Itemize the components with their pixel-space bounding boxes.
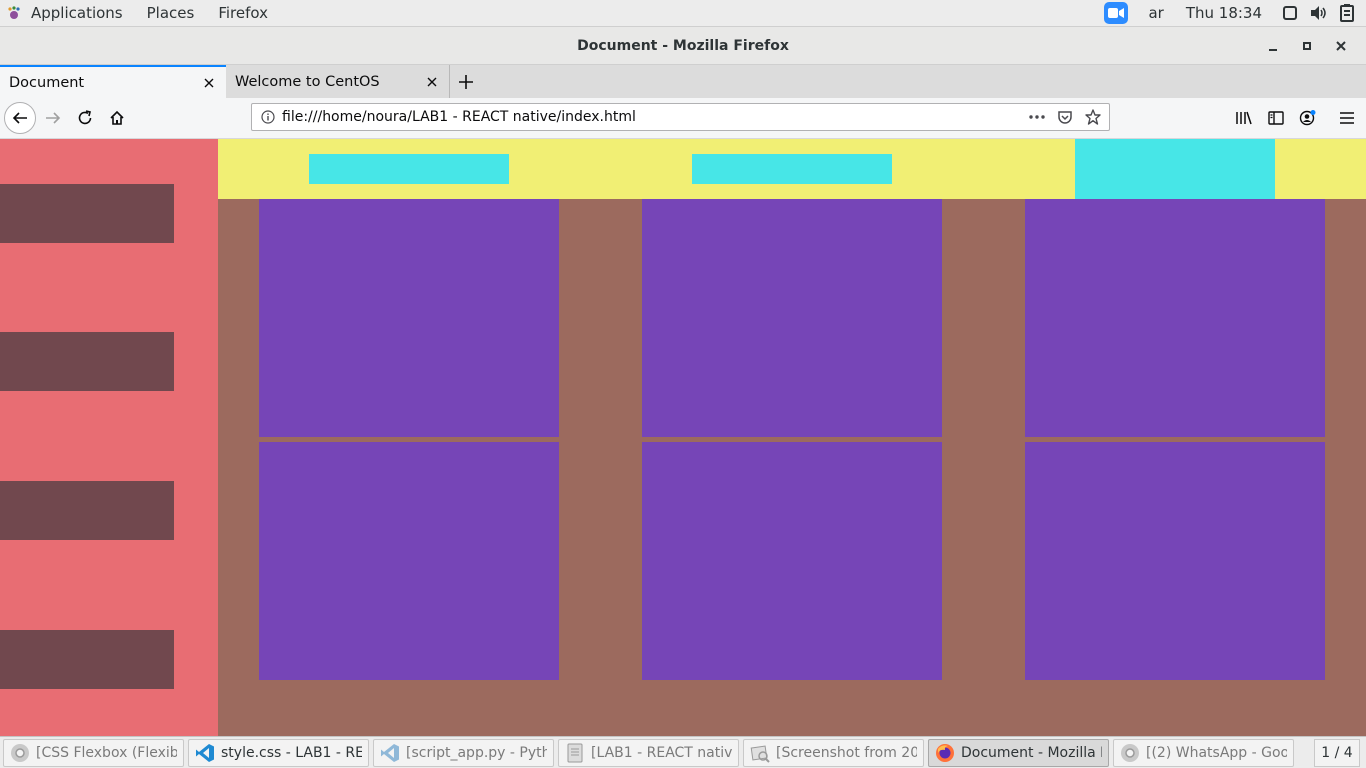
taskbar-item-css-flexbox[interactable]: [CSS Flexbox (Flexible ... (3, 738, 184, 767)
taskbar-item-script-app[interactable]: [script_app.py - Python... (373, 738, 554, 767)
tab-label: Document (9, 75, 85, 91)
back-button[interactable] (4, 102, 36, 134)
taskbar-item-style-css[interactable]: style.css - LAB1 - REA... (188, 738, 369, 767)
sidebar-block (0, 481, 174, 540)
forward-button[interactable] (37, 102, 69, 134)
keyboard-layout-indicator[interactable]: ar (1148, 4, 1163, 22)
grid-cell (1025, 442, 1325, 680)
bookmark-star-icon[interactable] (1079, 104, 1107, 130)
sidebar-toggle-icon[interactable] (1261, 103, 1291, 133)
home-icon (110, 110, 124, 125)
close-tab-icon[interactable] (424, 74, 440, 90)
taskbar-item-screenshot[interactable]: [Screenshot from 202... (743, 738, 924, 767)
tab-document[interactable]: Document (0, 65, 226, 99)
taskbar-item-whatsapp[interactable]: [(2) WhatsApp - Googl... (1113, 738, 1294, 767)
workspace-indicator[interactable]: 1 / 4 (1314, 738, 1360, 767)
window-title: Document - Mozilla Firefox (577, 37, 789, 54)
sidebar-block (0, 332, 174, 391)
forward-arrow-icon (46, 112, 61, 124)
hamburger-menu-icon[interactable] (1332, 103, 1362, 133)
sidebar-block (0, 630, 174, 689)
back-arrow-icon (12, 112, 27, 124)
places-label: Places (146, 4, 195, 22)
chrome-icon (1120, 743, 1140, 763)
strip-block (692, 154, 892, 184)
reload-icon (78, 110, 92, 125)
strip-block (1075, 139, 1275, 199)
pocket-icon[interactable] (1051, 104, 1079, 130)
tab-welcome-centos[interactable]: Welcome to CentOS (226, 65, 450, 99)
page-actions-icon[interactable] (1023, 104, 1051, 130)
new-tab-button[interactable] (450, 65, 482, 99)
window-list-taskbar: [CSS Flexbox (Flexible ... style.css - L… (0, 736, 1366, 768)
grid-cell (1025, 199, 1325, 437)
sidebar-block (0, 184, 174, 243)
firefox-icon (935, 743, 955, 763)
grid-cell (259, 442, 559, 680)
image-viewer-icon (750, 743, 770, 763)
grid-cell (642, 442, 942, 680)
gnome-top-bar: Applications Places Firefox ar Thu 18:34 (0, 0, 1366, 27)
vscode-icon (380, 743, 400, 763)
window-titlebar[interactable]: Document - Mozilla Firefox (0, 27, 1366, 64)
file-manager-icon (565, 743, 585, 763)
places-menu[interactable]: Places (135, 0, 207, 26)
vscode-icon (195, 743, 215, 763)
clock[interactable]: Thu 18:34 (1186, 4, 1262, 22)
firefox-app-menu[interactable]: Firefox (206, 0, 280, 26)
taskbar-item-lab1-folder[interactable]: [LAB1 - REACT native] (558, 738, 739, 767)
grid-cell (642, 199, 942, 437)
close-window-button[interactable] (1324, 31, 1358, 61)
screen-icon[interactable] (1282, 5, 1298, 21)
home-button[interactable] (101, 102, 133, 134)
firefox-app-label: Firefox (218, 4, 268, 22)
navigation-toolbar: file:///home/noura/LAB1 - REACT native/i… (0, 98, 1366, 139)
page-sidebar (0, 139, 218, 736)
gnome-foot-icon (6, 5, 22, 21)
applications-menu[interactable]: Applications (0, 0, 135, 26)
account-icon[interactable] (1293, 103, 1323, 133)
tab-strip: Document Welcome to CentOS (0, 64, 1366, 99)
battery-icon[interactable] (1340, 4, 1354, 22)
chrome-icon (10, 743, 30, 763)
library-icon[interactable] (1229, 103, 1259, 133)
minimize-button[interactable] (1256, 31, 1290, 61)
reload-button[interactable] (69, 102, 101, 134)
taskbar-item-firefox-document[interactable]: Document - Mozilla Fir... (928, 738, 1109, 767)
url-text[interactable]: file:///home/noura/LAB1 - REACT native/i… (282, 109, 1023, 125)
grid-cell (259, 199, 559, 437)
page-top-strip (218, 139, 1366, 199)
maximize-button[interactable] (1290, 31, 1324, 61)
site-info-icon[interactable] (254, 110, 282, 124)
zoom-icon[interactable] (1104, 2, 1129, 24)
close-tab-icon[interactable] (201, 75, 217, 91)
plus-icon (459, 75, 473, 89)
url-bar[interactable]: file:///home/noura/LAB1 - REACT native/i… (251, 103, 1110, 131)
tab-label: Welcome to CentOS (235, 74, 380, 90)
page-content (0, 139, 1366, 736)
strip-block (309, 154, 509, 184)
applications-label: Applications (31, 4, 123, 22)
volume-icon[interactable] (1310, 5, 1328, 21)
